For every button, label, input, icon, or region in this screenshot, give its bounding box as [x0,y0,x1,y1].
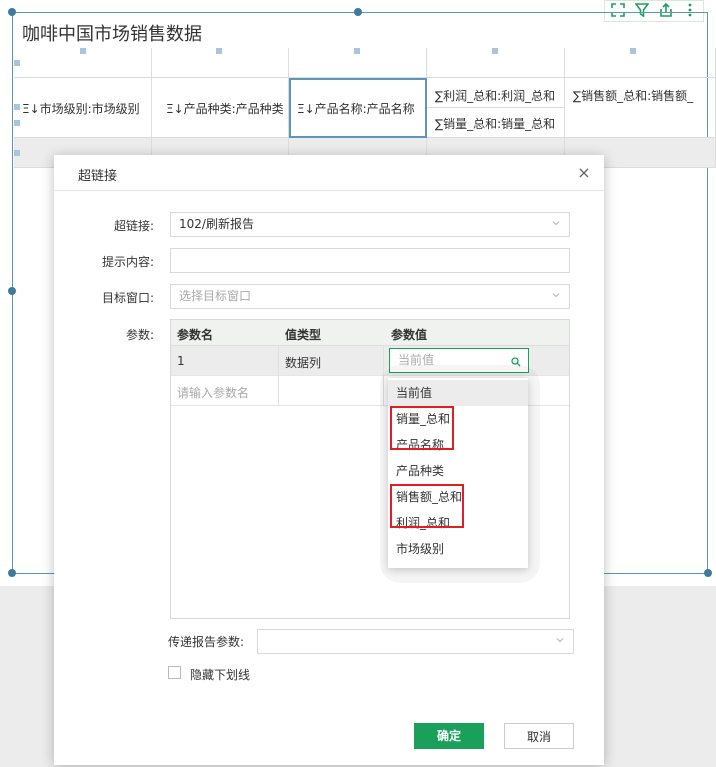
pass-params-select[interactable] [257,629,574,654]
hyperlink-select[interactable]: 102/刷新报告 [170,212,570,237]
hyperlink-dialog: 超链接 × 超链接: 102/刷新报告 提示内容: 目标窗口: 选择目标窗口 参… [54,155,604,765]
hyperlink-value: 102/刷新报告 [179,217,254,231]
params-table-header: 参数名 值类型 参数值 [171,320,569,346]
column-header-sales-sum[interactable]: ∑销售额_总和:销售额_ [565,78,716,138]
chevron-down-icon [555,635,565,645]
resize-handle-se[interactable] [704,569,712,577]
search-icon [510,353,522,367]
pass-params-label: 传递报告参数: [168,635,245,649]
target-window-placeholder: 选择目标窗口 [179,289,252,303]
dialog-title: 超链接 [78,169,118,184]
report-title: 咖啡中国市场销售数据 [22,24,202,45]
header-value-type: 值类型 [285,328,322,342]
param-value-dropdown: 当前值 销量_总和 产品名称 产品种类 销售额_总和 利润_总和 市场级别 [388,378,528,568]
resize-handle-n[interactable] [354,8,362,16]
dialog-header: 超链接 × [54,155,604,191]
column-handle[interactable] [492,48,498,54]
column-header-profit-sum[interactable]: ∑利润_总和:利润_总和 [427,78,565,108]
tip-label: 提示内容: [101,255,154,269]
hyperlink-label: 超链接: [113,219,154,233]
dropdown-item-product-category[interactable]: 产品种类 [388,458,528,484]
column-handle[interactable] [630,48,636,54]
param-type-cell[interactable]: 数据列 [285,354,321,371]
close-icon[interactable]: × [574,163,594,183]
target-window-label: 目标窗口: [101,291,154,305]
column-handle[interactable] [216,48,222,54]
dropdown-item-current-value[interactable]: 当前值 [388,380,528,406]
resize-handle-nw[interactable] [8,8,16,16]
highlight-box [390,484,464,528]
hide-underline-checkbox[interactable] [168,666,181,679]
row-handle[interactable] [14,60,20,66]
column-header-market-level[interactable]: Ξ↓市场级别:市场级别 [14,78,152,138]
table-cell[interactable] [565,48,716,78]
new-param-input[interactable]: 请输入参数名 [177,384,249,401]
chevron-down-icon [551,218,561,228]
cancel-button[interactable]: 取消 [504,723,574,749]
header-param-value: 参数值 [391,328,428,342]
column-header-product-category[interactable]: Ξ↓产品种类:产品种类 [152,78,289,138]
column-header-product-name[interactable]: Ξ↓产品名称:产品名称 [289,78,427,138]
row-handle[interactable] [14,120,20,126]
ok-button[interactable]: 确定 [414,723,484,749]
param-name-cell[interactable]: 1 [177,354,185,368]
tip-input[interactable] [170,248,570,273]
highlight-box [390,406,454,450]
report-table: Ξ↓市场级别:市场级别 Ξ↓产品种类:产品种类 Ξ↓产品名称:产品名称 ∑利润_… [14,48,716,168]
target-window-select[interactable]: 选择目标窗口 [170,284,570,309]
chevron-down-icon [551,290,561,300]
resize-handle-sw[interactable] [8,569,16,577]
row-handle[interactable] [14,104,20,110]
params-label: 参数: [125,328,154,342]
dropdown-item-market-level[interactable]: 市场级别 [388,536,528,562]
column-divider [278,346,279,406]
resize-handle-w[interactable] [8,287,16,295]
hide-underline-label: 隐藏下划线 [190,668,251,682]
column-header-volume-sum[interactable]: ∑销量_总和:销量_总和 [427,108,565,138]
column-handle[interactable] [80,48,86,54]
row-handle[interactable] [14,150,20,156]
column-handle[interactable] [354,48,360,54]
header-param-name: 参数名 [177,328,214,342]
